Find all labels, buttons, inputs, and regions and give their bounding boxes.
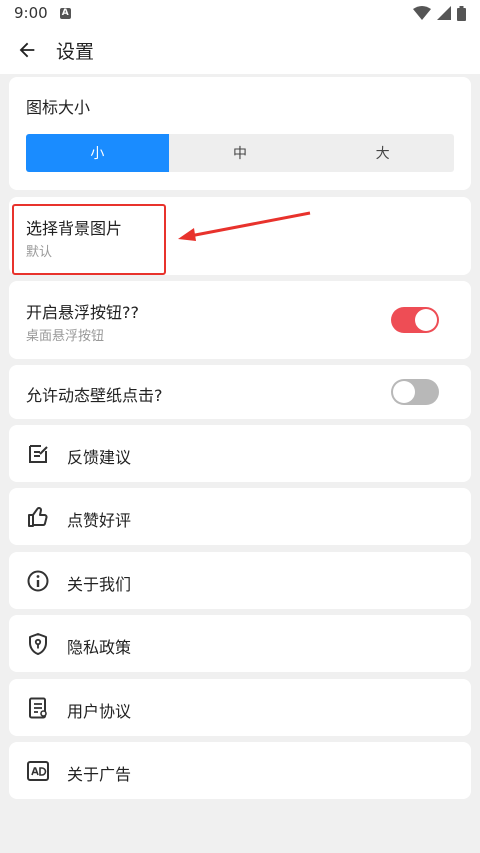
document-icon [29,697,47,719]
icon-size-title: 图标大小 [26,98,91,117]
battery-icon [457,5,466,21]
icon-size-card: 图标大小 小 中 大 [9,77,471,190]
menu-item-label: 点赞好评 [67,511,132,530]
shield-icon [29,633,47,655]
menu-item-user-agreement[interactable]: 用户协议 [9,679,471,736]
menu-item-ads[interactable]: 关于广告 [9,742,471,799]
icon-size-small-option[interactable]: 小 [26,134,169,172]
status-time: 9:00 [14,4,48,22]
status-bar: 9:00 A [0,0,480,26]
thumbs-up-icon [28,507,48,527]
live-wallpaper-card: 允许动态壁纸点击? [9,365,471,419]
live-wallpaper-toggle[interactable] [391,379,439,405]
menu-item-about[interactable]: 关于我们 [9,552,471,609]
floating-button-subtitle: 桌面悬浮按钮 [26,329,105,344]
live-wallpaper-title: 允许动态壁纸点击? [26,386,163,405]
ad-icon [27,761,49,781]
info-icon [27,570,49,592]
menu-item-rate[interactable]: 点赞好评 [9,488,471,545]
highlight-box [12,204,166,275]
arrow-left-icon [19,42,35,58]
menu-item-label: 反馈建议 [67,448,132,467]
menu-item-label: 隐私政策 [67,638,132,657]
menu-item-label: 关于广告 [67,765,132,784]
icon-size-medium-option[interactable]: 中 [169,134,312,172]
a-icon: A [59,7,71,19]
menu-item-label: 关于我们 [67,575,132,594]
icon-size-segmented-control: 小 中 大 [26,134,454,172]
wifi-icon [413,6,431,20]
floating-button-title: 开启悬浮按钮?? [26,303,139,322]
menu-item-privacy[interactable]: 隐私政策 [9,615,471,672]
toggle-knob [415,309,437,331]
floating-button-toggle[interactable] [391,307,439,333]
page-title: 设置 [56,40,95,63]
toggle-knob [393,381,415,403]
app-bar: 设置 [0,26,480,74]
menu-item-feedback[interactable]: 反馈建议 [9,425,471,482]
red-arrow-annotation [178,211,311,241]
feedback-edit-icon [29,445,48,463]
floating-button-card: 开启悬浮按钮?? 桌面悬浮按钮 [9,281,471,359]
menu-item-label: 用户协议 [67,702,132,721]
signal-icon [437,6,451,20]
icon-size-large-option[interactable]: 大 [311,134,454,172]
back-button[interactable] [16,38,40,62]
